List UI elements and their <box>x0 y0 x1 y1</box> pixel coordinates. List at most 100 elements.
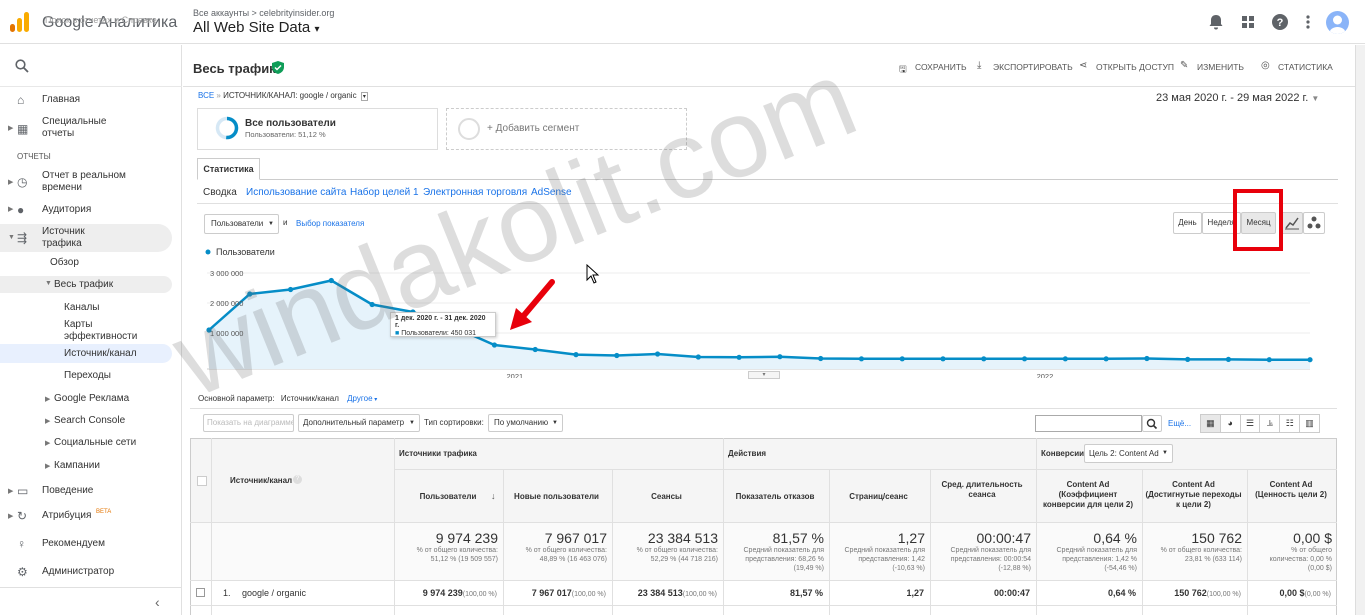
chart-point[interactable] <box>654 351 661 357</box>
analytics-logo-icon[interactable] <box>10 12 30 32</box>
account-breadcrumb[interactable]: Все аккаунты > celebrityinsider.org <box>193 8 334 18</box>
share-button[interactable]: ОТКРЫТЬ ДОСТУП <box>1096 62 1174 72</box>
sidebar-item-acquisition[interactable]: ▼ ⇶ Источник трафика <box>0 224 172 252</box>
column-header[interactable]: Сред. длительность сеанса <box>933 480 1031 500</box>
date-range-picker[interactable]: 23 мая 2020 г. - 29 мая 2022 г. ▼ <box>1156 92 1319 104</box>
goal-select[interactable]: Цель 2: Content Ad ▼ <box>1084 444 1173 463</box>
secondary-dimension-select[interactable]: Дополнительный параметр ▼ <box>298 414 420 432</box>
chart-point[interactable] <box>573 352 579 358</box>
row-source-medium[interactable]: google / organic <box>242 588 306 598</box>
sidebar-item-admin[interactable]: ⚙ Администратор <box>0 564 172 580</box>
chart-resize-handle[interactable]: ▾ <box>748 371 780 379</box>
sidebar-item-discover[interactable]: ♀ Рекомендуем <box>0 536 172 552</box>
chart-point[interactable] <box>818 355 824 362</box>
sidebar-item-custom-reports[interactable]: ▶ ▦ Специальные отчеты <box>0 114 172 142</box>
export-button[interactable]: ЭКСПОРТИРОВАТЬ <box>993 62 1073 72</box>
subtab-goal-set-1[interactable]: Набор целей 1 <box>350 187 419 198</box>
sort-type-select[interactable]: По умолчанию ▼ <box>488 414 563 432</box>
sidebar-item-overview[interactable]: Обзор <box>0 256 172 270</box>
apps-grid-icon[interactable] <box>1238 12 1258 32</box>
chart-point[interactable] <box>1307 357 1313 363</box>
column-header[interactable]: Content Ad (Коэффициент конверсии для це… <box>1039 480 1137 510</box>
save-button[interactable]: СОХРАНИТЬ <box>915 62 967 72</box>
sidebar-item-realtime[interactable]: ▶ ◷ Отчет в реальном времени <box>0 168 172 196</box>
chart-point[interactable] <box>736 354 742 360</box>
sidebar-item-referrals[interactable]: Переходы <box>0 369 172 383</box>
help-icon[interactable]: ? <box>293 475 302 484</box>
avatar[interactable] <box>1326 11 1349 34</box>
column-header[interactable]: Страниц/сеанс <box>832 492 925 502</box>
chart-point[interactable] <box>247 291 253 297</box>
sidebar-item-behavior[interactable]: ▶ ▭ Поведение <box>0 483 172 499</box>
breadcrumb-all[interactable]: ВСЕ <box>198 91 214 100</box>
tab-statistics[interactable]: Статистика <box>197 158 260 180</box>
search-icon[interactable] <box>15 59 29 73</box>
comparison-view-icon[interactable]: ⫡ <box>1260 415 1281 432</box>
chart-point[interactable] <box>858 356 865 362</box>
primary-dimension-other[interactable]: Другое <box>347 394 372 403</box>
sidebar-item-search-console[interactable]: ▶ Search Console <box>0 414 172 428</box>
choose-metric-link[interactable]: Выбор показателя <box>296 219 364 228</box>
chart-point[interactable] <box>532 346 538 353</box>
bell-icon[interactable] <box>1206 12 1226 32</box>
column-header[interactable]: Пользователи <box>398 492 498 502</box>
search-input[interactable]: Поиск в отчетах и Справке <box>45 15 157 25</box>
help-icon[interactable]: ? <box>1270 12 1290 32</box>
chart-point[interactable] <box>1185 356 1191 362</box>
chart-point[interactable] <box>1144 355 1150 362</box>
table-search-input[interactable] <box>1035 415 1142 432</box>
sidebar-item-audience[interactable]: ▶ ● Аудитория <box>0 202 172 218</box>
column-header[interactable]: Показатель отказов <box>726 492 824 502</box>
advanced-link[interactable]: Ещё... <box>1168 419 1191 428</box>
term-cloud-view-icon[interactable]: ☷ <box>1280 415 1301 432</box>
sidebar-item-treemaps[interactable]: Карты эффективности <box>0 318 172 344</box>
users-line-chart[interactable]: 3 000 000 2 000 000 1 000 000 2021 2022 <box>197 258 1338 378</box>
dimension-header[interactable]: Источник/канал <box>230 476 292 485</box>
sidebar-item-attribution[interactable]: ▶ ↻ Атрибуция BETA <box>0 508 172 524</box>
motion-chart-toggle[interactable] <box>1303 212 1325 234</box>
subtab-summary[interactable]: Сводка <box>203 187 237 198</box>
sidebar-item-all-traffic[interactable]: ▼ Весь трафик <box>0 276 172 293</box>
insights-button[interactable]: СТАТИСТИКА <box>1278 62 1333 72</box>
chart-point[interactable] <box>899 356 905 362</box>
chart-point[interactable] <box>1266 357 1272 363</box>
chart-point[interactable] <box>328 277 334 284</box>
edit-button[interactable]: ИЗМЕНИТЬ <box>1197 62 1244 72</box>
breadcrumb-dropdown[interactable]: ▾ <box>360 92 368 101</box>
chart-point[interactable] <box>287 286 294 293</box>
chart-point[interactable] <box>369 301 375 308</box>
sort-desc-icon[interactable]: ↓ <box>491 491 496 501</box>
metric-select[interactable]: Пользователи ▼ <box>204 214 279 234</box>
subtab-site-usage[interactable]: Использование сайта <box>246 187 346 198</box>
chart-point[interactable] <box>491 342 498 348</box>
period-day-button[interactable]: День <box>1173 212 1202 234</box>
chart-point[interactable] <box>777 354 783 360</box>
collapse-sidebar-icon[interactable]: ‹ <box>155 594 160 610</box>
pie-view-icon[interactable]: ◕ <box>1221 415 1241 432</box>
table-search-button[interactable] <box>1142 415 1162 432</box>
scrollbar[interactable] <box>1355 45 1365 615</box>
column-header[interactable]: Content Ad (Ценность цели 2) <box>1250 480 1332 500</box>
sidebar-item-source-medium[interactable]: Источник/канал <box>0 344 172 363</box>
plot-rows-button[interactable]: Показать на диаграмме <box>203 414 294 432</box>
sidebar-item-home[interactable]: ⌂ Главная <box>0 92 172 108</box>
pivot-view-icon[interactable]: ▥ <box>1300 415 1319 432</box>
chart-point[interactable] <box>981 356 987 362</box>
sidebar-item-social[interactable]: ▶ Социальные сети <box>0 436 172 450</box>
subtab-adsense[interactable]: AdSense <box>531 187 572 198</box>
sidebar-item-campaigns[interactable]: ▶ Кампании <box>0 459 172 473</box>
column-header[interactable]: Content Ad (Достигнутые переходы к цели … <box>1145 480 1242 510</box>
chart-point[interactable] <box>614 352 620 359</box>
data-table-view-icon[interactable]: ▦ <box>1201 415 1221 432</box>
view-selector[interactable]: All Web Site Data ▾ <box>193 19 319 36</box>
row-checkbox[interactable] <box>196 588 205 597</box>
select-all-checkbox[interactable] <box>197 476 207 486</box>
sidebar-item-google-ads[interactable]: ▶ Google Реклама <box>0 392 172 406</box>
chart-point[interactable] <box>1103 356 1109 362</box>
more-vert-icon[interactable] <box>1298 12 1318 32</box>
subtab-ecommerce[interactable]: Электронная торговля <box>423 187 527 198</box>
chart-point[interactable] <box>1062 356 1068 362</box>
chart-point[interactable] <box>1225 356 1232 362</box>
chart-point[interactable] <box>1021 356 1028 362</box>
sidebar-item-channels[interactable]: Каналы <box>0 301 172 315</box>
